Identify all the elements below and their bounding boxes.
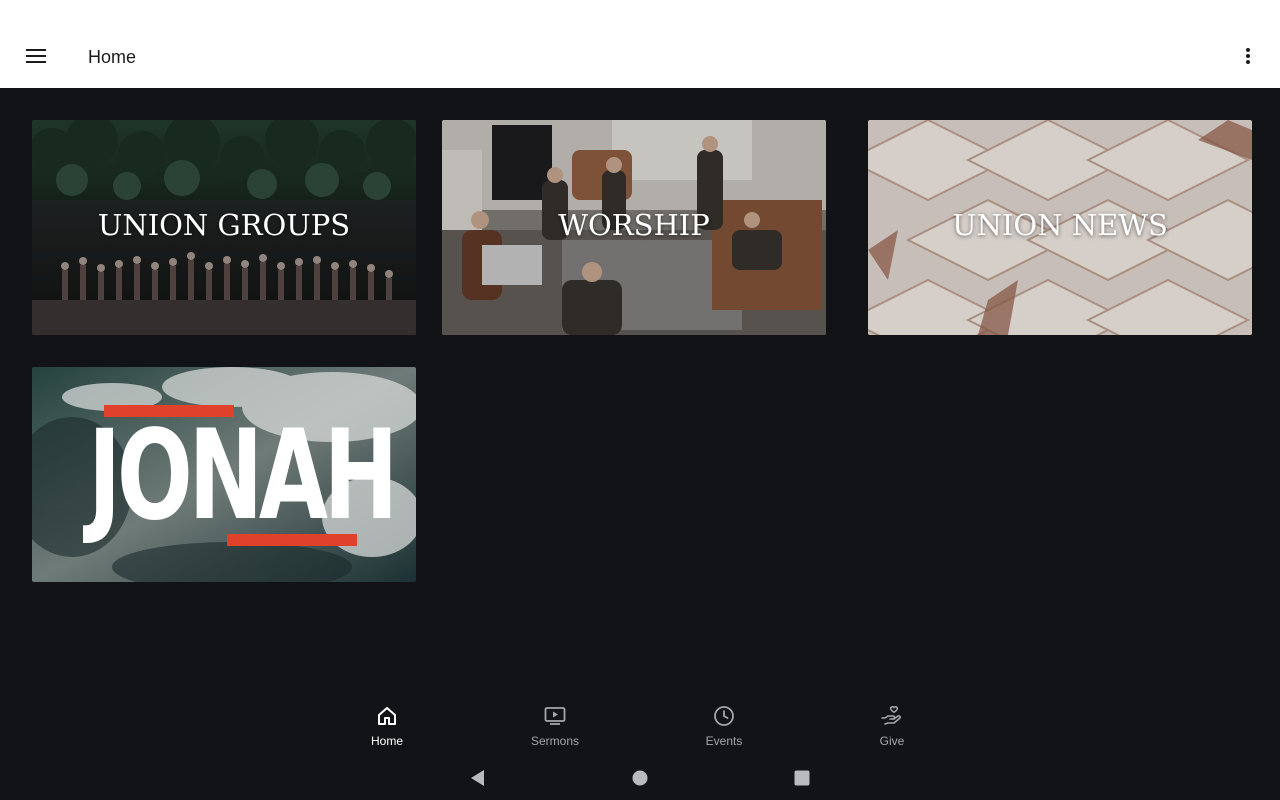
back-triangle-icon (471, 770, 484, 786)
tile-jonah[interactable]: JONAH (32, 367, 416, 582)
clock-icon (714, 706, 734, 726)
nav-home-label: Home (370, 734, 403, 748)
tile-label: UNION NEWS (952, 208, 1168, 242)
home-icon (378, 707, 396, 725)
hamburger-menu-icon (26, 49, 46, 63)
hand-heart-icon (881, 706, 901, 725)
system-home-button[interactable] (628, 766, 652, 790)
tile-label: JONAH (88, 404, 398, 548)
overflow-menu-button[interactable] (1230, 38, 1266, 74)
nav-give-label: Give (879, 734, 905, 748)
more-vert-icon (1246, 48, 1250, 64)
tile-worship[interactable]: WORSHIP (442, 120, 826, 335)
system-back-button[interactable] (466, 766, 490, 790)
nav-sermons-label: Sermons (530, 734, 580, 748)
tile-union-groups[interactable]: UNION GROUPS (32, 120, 416, 335)
nav-events[interactable]: Events (674, 704, 774, 750)
menu-button[interactable] (18, 38, 54, 74)
nav-events-label: Events (705, 734, 743, 748)
tile-union-news[interactable]: UNION NEWS (868, 120, 1252, 335)
jonah-accent-bar-bottom (227, 534, 357, 546)
home-circle-icon (632, 770, 648, 786)
system-navigation-bar (0, 756, 1280, 800)
page-title: Home (88, 47, 137, 67)
tile-label: UNION GROUPS (97, 208, 351, 242)
bottom-navigation: Home Sermons Events Give (0, 700, 1280, 756)
system-recents-button[interactable] (790, 766, 814, 790)
nav-sermons[interactable]: Sermons (505, 704, 605, 750)
tile-label: WORSHIP (558, 208, 710, 242)
app-bar: Home (0, 0, 1280, 88)
nav-give[interactable]: Give (842, 704, 942, 750)
recents-square-icon (794, 770, 810, 786)
video-play-icon (544, 707, 566, 725)
nav-home[interactable]: Home (337, 704, 437, 750)
